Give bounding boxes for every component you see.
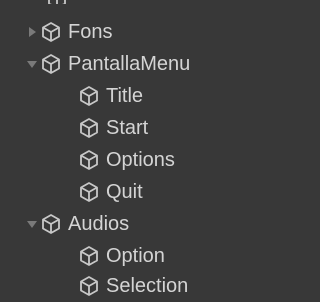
hierarchy-item-quit[interactable]: Quit: [0, 176, 254, 208]
hierarchy-item-label: Audios: [68, 213, 130, 235]
gameobject-cube-icon: [78, 85, 100, 107]
hierarchy-item-label: Options: [106, 149, 175, 171]
hierarchy-item-label: Fons: [68, 21, 113, 43]
arrow-down-icon[interactable]: [24, 216, 40, 232]
gameobject-cube-icon: [78, 181, 100, 203]
gameobject-cube-icon: [40, 213, 62, 235]
hierarchy-panel: Fons PantallaMenu Title Start Options Qu…: [0, 0, 254, 301]
hierarchy-item-label: Quit: [106, 181, 143, 203]
hierarchy-item-label: Selection: [106, 275, 189, 297]
hierarchy-item-title[interactable]: Title: [0, 80, 254, 112]
hierarchy-item-options[interactable]: Options: [0, 144, 254, 176]
arrow-right-icon[interactable]: [24, 24, 40, 40]
hierarchy-item-label: PantallaMenu: [68, 53, 191, 75]
hierarchy-item-audios[interactable]: Audios: [0, 208, 254, 240]
hierarchy-item-label: Title: [106, 85, 144, 107]
hierarchy-item-pantallamenu[interactable]: PantallaMenu: [0, 48, 254, 80]
hierarchy-item-start[interactable]: Start: [0, 112, 254, 144]
hierarchy-item-label: Start: [106, 117, 149, 139]
gameobject-cube-icon: [40, 21, 62, 43]
gameobject-cube-icon: [78, 245, 100, 267]
hierarchy-item-selection[interactable]: Selection: [0, 270, 254, 302]
arrow-down-icon[interactable]: [24, 56, 40, 72]
gameobject-cube-icon: [78, 275, 100, 297]
gameobject-cube-icon: [78, 149, 100, 171]
gameobject-cube-icon: [78, 117, 100, 139]
hierarchy-item-label: Option: [106, 245, 165, 267]
partial-gameobject-icon: [46, 0, 68, 4]
hierarchy-item-option[interactable]: Option: [0, 240, 254, 272]
hierarchy-item-fons[interactable]: Fons: [0, 16, 254, 48]
gameobject-cube-icon: [40, 53, 62, 75]
